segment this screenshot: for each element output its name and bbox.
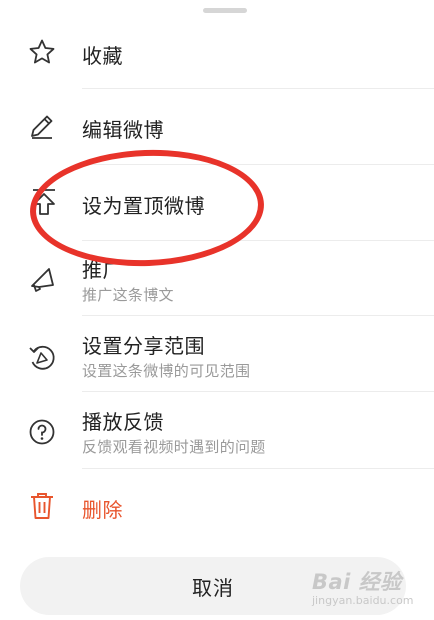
pin-top-icon — [28, 186, 60, 218]
cancel-button[interactable]: 取消 — [20, 557, 406, 615]
megaphone-icon — [26, 264, 58, 296]
menu-item-promote[interactable]: 推广 推广这条博文 — [0, 254, 434, 304]
help-circle-icon — [26, 416, 58, 448]
menu-item-delete[interactable]: 删除 — [0, 486, 434, 530]
menu-item-playback-feedback[interactable]: 播放反馈 反馈观看视频时遇到的问题 — [0, 406, 434, 458]
divider — [82, 315, 434, 316]
divider — [82, 240, 434, 241]
divider — [82, 391, 434, 392]
menu-item-label: 设为置顶微博 — [82, 194, 205, 218]
menu-item-label: 设置分享范围 — [82, 334, 205, 358]
divider — [82, 468, 434, 469]
menu-item-favorite[interactable]: 收藏 — [0, 30, 434, 74]
menu-item-label: 推广 — [82, 258, 123, 282]
menu-item-edit[interactable]: 编辑微博 — [0, 106, 434, 150]
menu-item-label: 收藏 — [82, 44, 123, 68]
divider — [82, 164, 434, 165]
menu-item-share-scope[interactable]: 设置分享范围 设置这条微博的可见范围 — [0, 330, 434, 382]
menu-item-label: 播放反馈 — [82, 410, 164, 434]
menu-item-pin-top[interactable]: 设为置顶微博 — [0, 182, 434, 226]
pencil-icon — [26, 110, 58, 142]
menu-item-label: 编辑微博 — [82, 118, 164, 142]
drag-handle[interactable] — [203, 8, 247, 13]
trash-icon — [26, 490, 58, 522]
action-sheet: 收藏 编辑微博 设为置顶微博 推广 推广这条博文 设置分享范围 设置这条微博的可… — [0, 0, 434, 620]
menu-item-subtitle: 反馈观看视频时遇到的问题 — [82, 438, 266, 456]
menu-item-subtitle: 设置这条微博的可见范围 — [82, 362, 251, 380]
star-icon — [26, 36, 58, 68]
share-scope-icon — [26, 341, 58, 373]
divider — [82, 88, 434, 89]
menu-item-label: 删除 — [82, 498, 123, 522]
menu-item-subtitle: 推广这条博文 — [82, 286, 174, 304]
